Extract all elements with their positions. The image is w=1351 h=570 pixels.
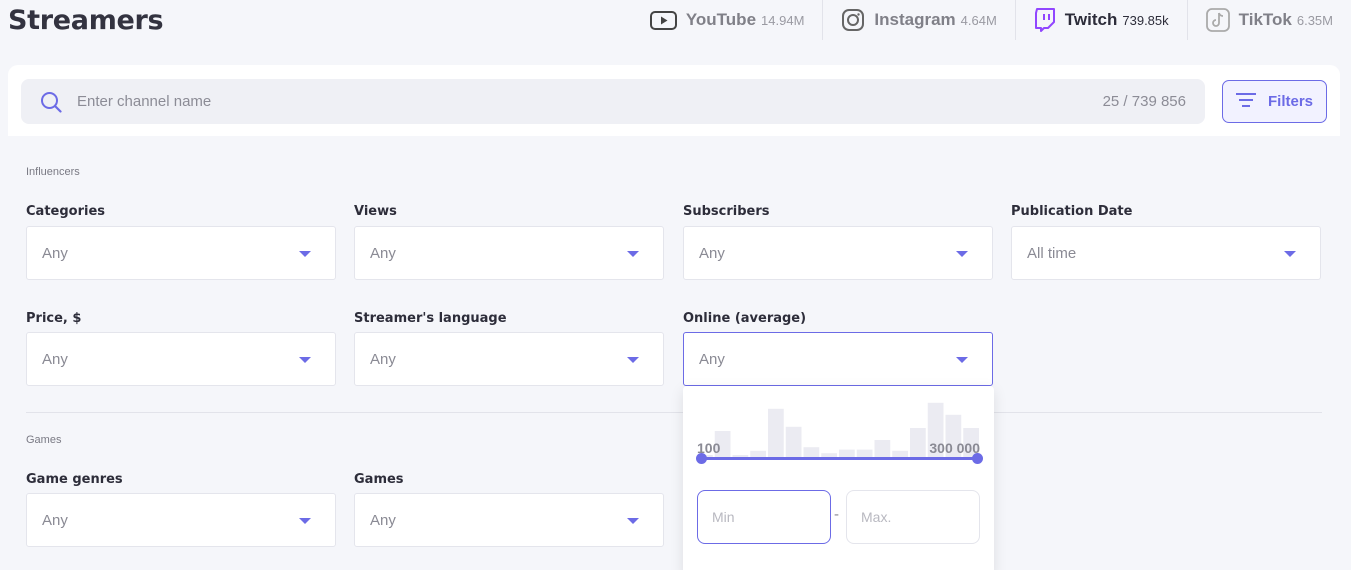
instagram-icon: [841, 8, 865, 32]
histogram-bar: [768, 408, 784, 458]
platform-count: 14.94M: [761, 12, 805, 28]
tiktok-icon: [1205, 8, 1230, 32]
select-value: All time: [1027, 245, 1077, 262]
range-slider-track[interactable]: [701, 457, 977, 460]
platform-name: Twitch: [1064, 10, 1118, 29]
games-select[interactable]: Any: [354, 493, 664, 547]
chevron-down-icon: [956, 251, 968, 257]
online-min-input[interactable]: [697, 490, 831, 544]
price-label: Price, $: [26, 311, 82, 326]
platform-tab-twitch[interactable]: Twitch 739.85k: [1014, 0, 1187, 40]
publication-date-label: Publication Date: [1011, 204, 1133, 219]
game-genres-label: Game genres: [26, 472, 123, 487]
chevron-down-icon: [627, 251, 639, 257]
platform-tab-instagram[interactable]: Instagram 4.64M: [822, 0, 1014, 40]
youtube-icon: [649, 10, 677, 30]
platform-name: YouTube: [685, 10, 757, 29]
section-label-games: Games: [26, 434, 62, 446]
categories-select[interactable]: Any: [26, 226, 336, 280]
histogram-bar: [910, 428, 926, 458]
page-title: Streamers: [8, 5, 164, 36]
online-range-popover: 100 300 000 -: [683, 386, 994, 570]
platform-tab-tiktok[interactable]: TikTok 6.35M: [1186, 0, 1351, 40]
views-label: Views: [354, 204, 397, 219]
select-value: Any: [42, 512, 68, 529]
games-label: Games: [354, 472, 404, 487]
price-select[interactable]: Any: [26, 332, 336, 386]
categories-label: Categories: [26, 204, 106, 219]
chevron-down-icon: [299, 357, 311, 363]
chevron-down-icon: [299, 518, 311, 524]
range-separator: -: [834, 506, 839, 523]
platform-name: Instagram: [874, 10, 956, 29]
select-value: Any: [370, 512, 396, 529]
search-input[interactable]: [77, 79, 1077, 124]
online-max-input[interactable]: [846, 490, 980, 544]
select-value: Any: [42, 351, 68, 368]
chevron-down-icon: [627, 518, 639, 524]
range-slider-min-handle[interactable]: [696, 453, 707, 464]
chevron-down-icon: [956, 357, 968, 363]
select-value: Any: [370, 351, 396, 368]
publication-date-select[interactable]: All time: [1011, 226, 1321, 280]
histogram-bar: [785, 426, 802, 458]
views-select[interactable]: Any: [354, 226, 664, 280]
chevron-down-icon: [1284, 251, 1296, 257]
twitch-icon: [1034, 8, 1056, 32]
histogram-bar: [874, 440, 891, 458]
subscribers-select[interactable]: Any: [683, 226, 993, 280]
filters-button-label: Filters: [1267, 93, 1313, 110]
range-max-label: 300 000: [929, 440, 980, 456]
results-count: 25 / 739 856: [1102, 93, 1186, 110]
online-average-select[interactable]: Any: [683, 332, 993, 386]
select-value: Any: [699, 245, 725, 262]
section-label-influencers: Influencers: [26, 166, 80, 178]
game-genres-select[interactable]: Any: [26, 493, 336, 547]
online-average-label: Online (average): [683, 311, 807, 326]
chevron-down-icon: [627, 357, 639, 363]
select-value: Any: [42, 245, 68, 262]
filters-button[interactable]: Filters: [1222, 80, 1327, 123]
search-bar: 25 / 739 856: [21, 79, 1205, 124]
language-label: Streamer's language: [354, 311, 507, 326]
filter-lines-icon: [1235, 92, 1256, 111]
language-select[interactable]: Any: [354, 332, 664, 386]
chevron-down-icon: [299, 251, 311, 257]
platform-count: 6.35M: [1296, 12, 1333, 28]
range-slider-max-handle[interactable]: [972, 453, 983, 464]
select-value: Any: [370, 245, 396, 262]
section-divider: [26, 412, 1322, 413]
subscribers-label: Subscribers: [683, 204, 770, 219]
filter-card: 25 / 739 856 Filters Influencers Categor…: [8, 65, 1340, 570]
filter-panel: Influencers Categories Any Views Any Sub…: [8, 136, 1340, 570]
platform-tabs: YouTube 14.94M Instagram 4.64M Twitch 73…: [632, 0, 1351, 40]
platform-count: 739.85k: [1122, 12, 1169, 28]
search-icon: [40, 91, 62, 118]
platform-count: 4.64M: [960, 12, 997, 28]
select-value: Any: [699, 351, 725, 368]
platform-name: TikTok: [1238, 10, 1292, 29]
platform-tab-youtube[interactable]: YouTube 14.94M: [632, 0, 823, 40]
